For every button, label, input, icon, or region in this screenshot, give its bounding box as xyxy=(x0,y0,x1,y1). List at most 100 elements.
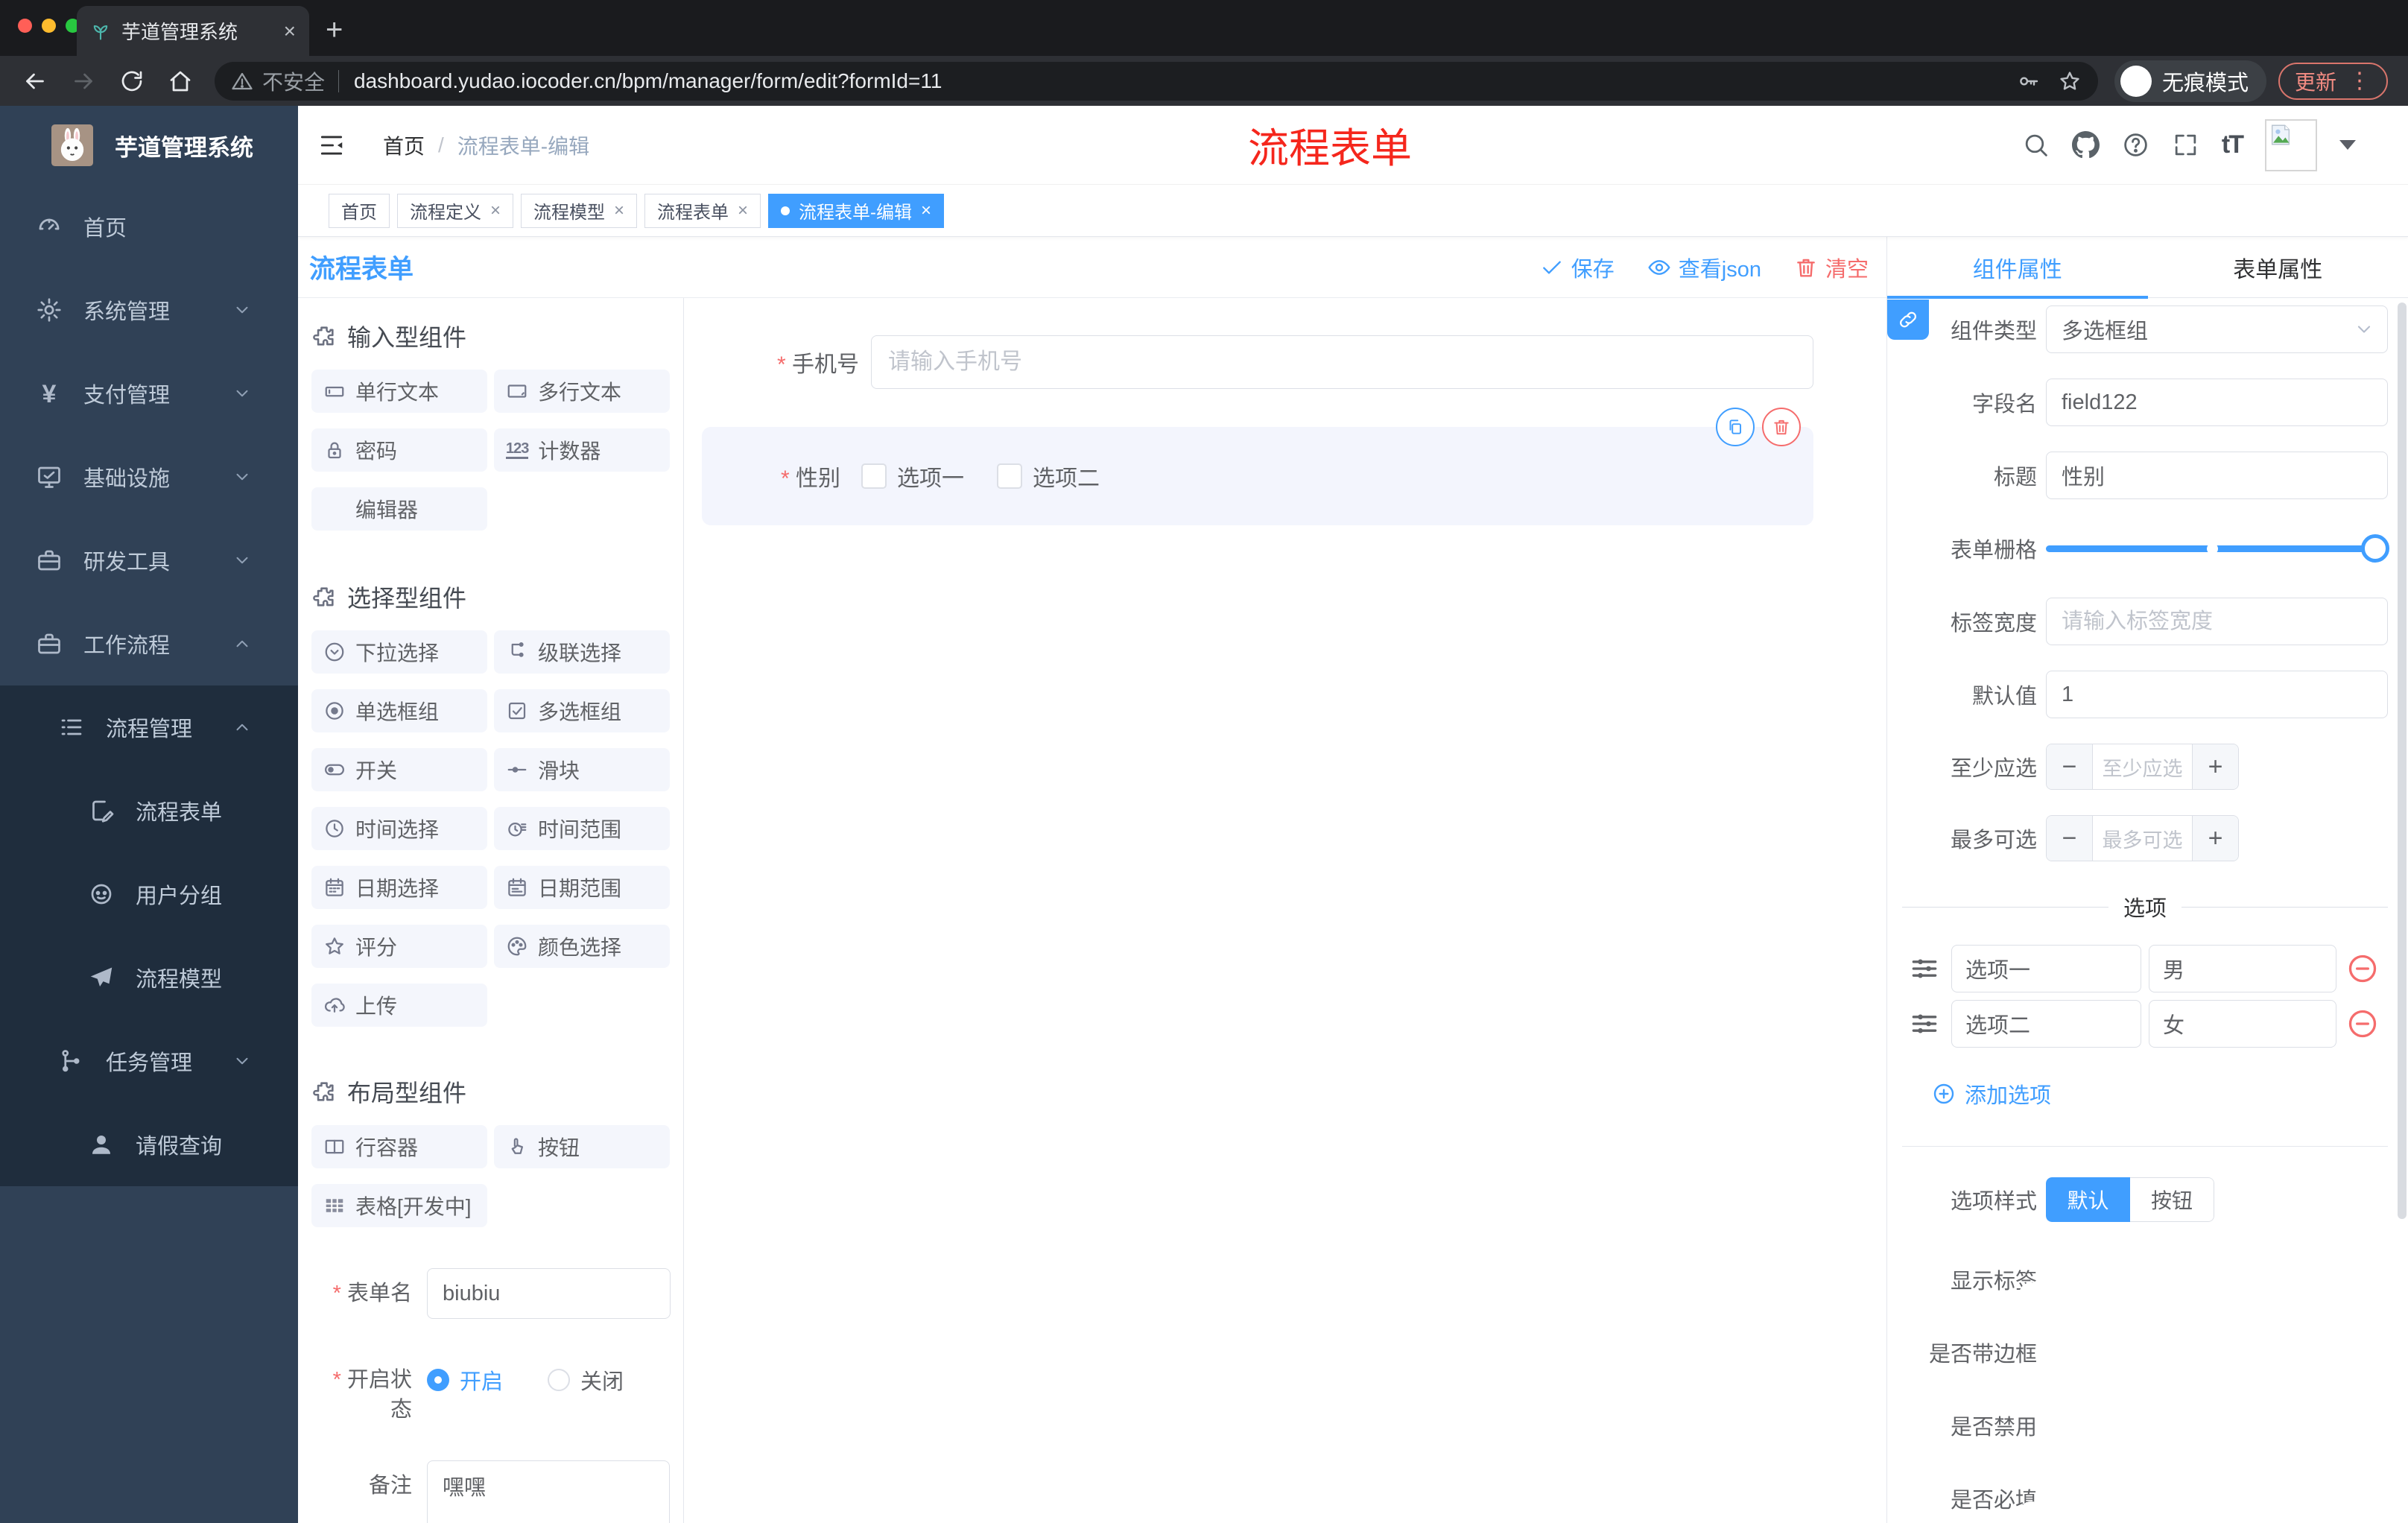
status-on-radio[interactable] xyxy=(427,1369,449,1391)
gender-option2-checkbox[interactable] xyxy=(997,463,1023,489)
forward-icon[interactable] xyxy=(70,68,97,95)
palette-item-radio-group[interactable]: 单选框组 xyxy=(311,689,487,732)
view-json-button[interactable]: 查看json xyxy=(1647,252,1761,283)
tag-close-icon[interactable]: × xyxy=(921,200,931,221)
add-option-button[interactable]: 添加选项 xyxy=(1887,1078,2408,1109)
stepper-minus-button[interactable]: − xyxy=(2047,744,2093,789)
sidebar-item-home[interactable]: 首页 xyxy=(0,185,298,268)
github-icon[interactable] xyxy=(2071,131,2100,159)
reload-icon[interactable] xyxy=(118,68,145,95)
sidebar-item-process-mgmt[interactable]: 流程管理 xyxy=(0,685,298,769)
slider-handle[interactable] xyxy=(2361,533,2389,563)
palette-item-editor[interactable]: 编辑器 xyxy=(311,487,487,531)
min-select-placeholder[interactable]: 至少应选 xyxy=(2093,744,2192,789)
tag-process-form[interactable]: 流程表单 × xyxy=(644,193,761,228)
stepper-plus-button[interactable]: + xyxy=(2192,816,2238,861)
option-label-input[interactable] xyxy=(1951,1000,2141,1048)
gender-option1-checkbox[interactable] xyxy=(861,463,887,489)
palette-item-time-range[interactable]: 时间范围 xyxy=(494,807,670,850)
sidebar-item-system[interactable]: 系统管理 xyxy=(0,268,298,352)
password-key-icon[interactable] xyxy=(2016,69,2040,93)
url-omnibox[interactable]: 不安全 dashboard.yudao.iocoder.cn/bpm/manag… xyxy=(215,61,2098,101)
max-select-placeholder[interactable]: 最多可选 xyxy=(2093,816,2192,861)
palette-item-rate[interactable]: 评分 xyxy=(311,925,487,968)
browser-tab[interactable]: 芋道管理系统 × xyxy=(77,6,309,56)
component-type-select[interactable] xyxy=(2046,305,2388,353)
palette-item-row-container[interactable]: 行容器 xyxy=(311,1125,487,1168)
option-style-default-button[interactable]: 默认 xyxy=(2046,1177,2130,1222)
tag-close-icon[interactable]: × xyxy=(614,200,624,221)
sidebar-item-task-mgmt[interactable]: 任务管理 xyxy=(0,1019,298,1103)
form-grid-slider[interactable] xyxy=(2046,525,2389,572)
title-input[interactable] xyxy=(2046,452,2388,499)
palette-item-date-range[interactable]: 日期范围 xyxy=(494,866,670,909)
stepper-minus-button[interactable]: − xyxy=(2047,816,2093,861)
palette-item-slider[interactable]: 滑块 xyxy=(494,748,670,791)
status-on-label[interactable]: 开启 xyxy=(460,1364,503,1396)
stepper-plus-button[interactable]: + xyxy=(2192,744,2238,789)
remove-option-icon[interactable] xyxy=(2346,1007,2379,1040)
status-off-radio[interactable] xyxy=(548,1369,571,1391)
sidebar-item-infra[interactable]: 基础设施 xyxy=(0,435,298,519)
new-tab-button[interactable]: + xyxy=(326,15,343,45)
palette-item-multi-text[interactable]: 多行文本 xyxy=(494,370,670,413)
label-width-input[interactable] xyxy=(2046,598,2388,645)
tab-form-props[interactable]: 表单属性 xyxy=(2148,237,2408,297)
palette-item-checkbox-group[interactable]: 多选框组 xyxy=(494,689,670,732)
avatar-caret-icon[interactable] xyxy=(2339,140,2356,150)
status-off-label[interactable]: 关闭 xyxy=(580,1364,624,1396)
palette-item-counter[interactable]: 123 计数器 xyxy=(494,428,670,472)
palette-item-select[interactable]: 下拉选择 xyxy=(311,630,487,674)
option-value-input[interactable] xyxy=(2149,1000,2336,1048)
sidebar-item-process-model[interactable]: 流程模型 xyxy=(0,936,298,1019)
save-button[interactable]: 保存 xyxy=(1540,252,1615,283)
back-icon[interactable] xyxy=(22,68,48,95)
delete-component-button[interactable] xyxy=(1762,408,1801,446)
tag-process-model[interactable]: 流程模型 × xyxy=(521,193,638,228)
tab-component-props[interactable]: 组件属性 xyxy=(1887,237,2148,297)
max-select-stepper[interactable]: − 最多可选 + xyxy=(2046,815,2239,861)
gender-option1-label[interactable]: 选项一 xyxy=(897,460,964,493)
sidebar-item-process-form[interactable]: 流程表单 xyxy=(0,769,298,852)
sidebar-item-leave-query[interactable]: 请假查询 xyxy=(0,1103,298,1186)
form-remark-textarea[interactable]: 嘿嘿 xyxy=(427,1460,670,1523)
gender-option2-label[interactable]: 选项二 xyxy=(1033,460,1100,493)
canvas-field-phone[interactable]: 手机号 xyxy=(684,335,1886,389)
field-name-input[interactable] xyxy=(2046,379,2388,426)
sidebar-collapse-icon[interactable] xyxy=(317,131,346,159)
home-icon[interactable] xyxy=(167,68,194,95)
slider-track[interactable] xyxy=(2046,533,2389,563)
tag-home[interactable]: 首页 xyxy=(329,193,390,228)
browser-menu-icon[interactable]: ⋮ xyxy=(2348,68,2371,94)
drag-handle-icon[interactable] xyxy=(1908,952,1941,985)
phone-field-input[interactable] xyxy=(871,335,1813,389)
tab-close-icon[interactable]: × xyxy=(284,19,296,43)
tag-close-icon[interactable]: × xyxy=(738,200,748,221)
sidebar-item-devtools[interactable]: 研发工具 xyxy=(0,519,298,602)
option-label-input[interactable] xyxy=(1951,945,2141,992)
palette-item-time-picker[interactable]: 时间选择 xyxy=(311,807,487,850)
search-icon[interactable] xyxy=(2022,131,2050,159)
sidebar-item-workflow[interactable]: 工作流程 xyxy=(0,602,298,685)
palette-item-color-picker[interactable]: 颜色选择 xyxy=(494,925,670,968)
form-canvas[interactable]: 手机号 性别 选项一 选项二 xyxy=(684,298,1886,1523)
palette-item-upload[interactable]: 上传 xyxy=(311,984,487,1027)
min-select-stepper[interactable]: − 至少应选 + xyxy=(2046,744,2239,790)
clear-button[interactable]: 清空 xyxy=(1794,252,1869,283)
chevron-down-icon[interactable] xyxy=(2354,319,2374,340)
palette-item-password[interactable]: 密码 xyxy=(311,428,487,472)
help-icon[interactable] xyxy=(2122,131,2149,159)
sidebar-item-user-group[interactable]: 用户分组 xyxy=(0,852,298,936)
option-style-button-button[interactable]: 按钮 xyxy=(2130,1177,2214,1222)
tag-close-icon[interactable]: × xyxy=(490,200,501,221)
palette-item-switch[interactable]: 开关 xyxy=(311,748,487,791)
fullscreen-icon[interactable] xyxy=(2172,131,2199,159)
window-minimize-button[interactable] xyxy=(42,19,56,33)
breadcrumb-home[interactable]: 首页 xyxy=(383,130,425,160)
option-value-input[interactable] xyxy=(2149,945,2336,992)
tag-process-definition[interactable]: 流程定义 × xyxy=(397,193,514,228)
palette-item-button[interactable]: 按钮 xyxy=(494,1125,670,1168)
palette-item-single-text[interactable]: 单行文本 xyxy=(311,370,487,413)
form-name-input[interactable] xyxy=(427,1268,671,1319)
palette-item-date-picker[interactable]: 日期选择 xyxy=(311,866,487,909)
